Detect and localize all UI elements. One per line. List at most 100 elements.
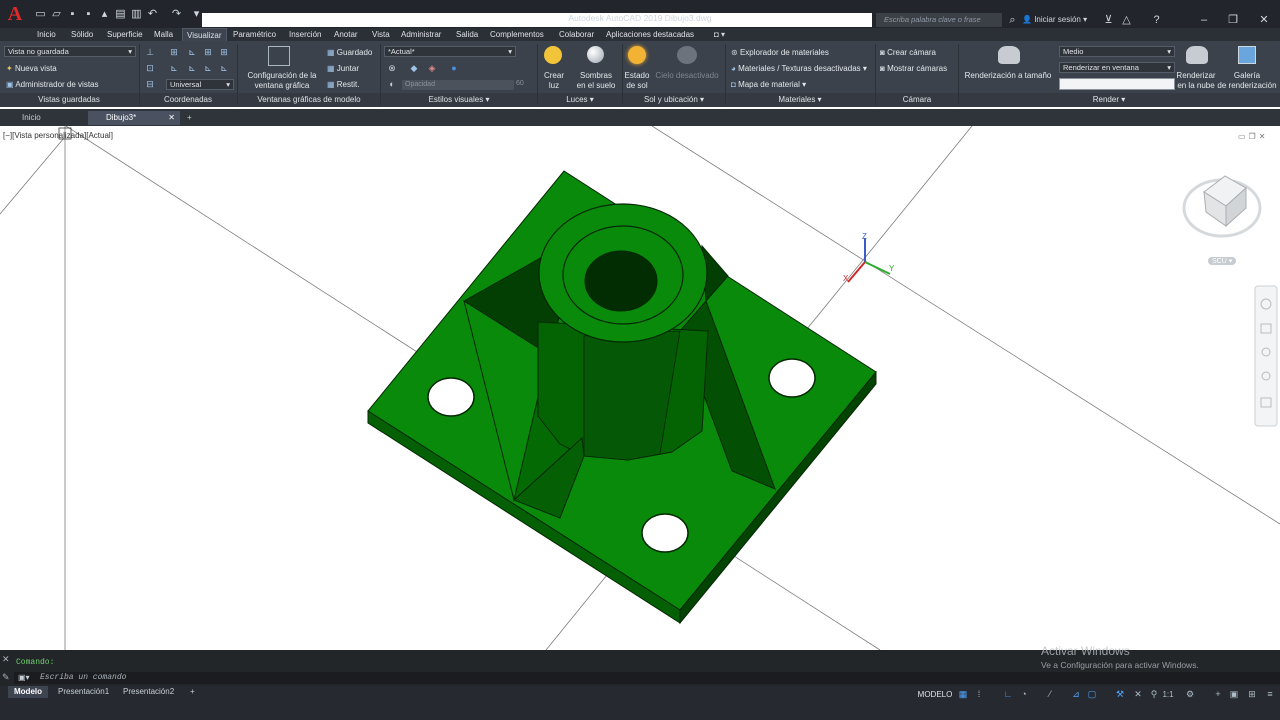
minimize-button[interactable]: – [1190,12,1218,28]
visual-style-dropdown[interactable]: *Actual* ▾ [384,46,516,57]
tab-aplicaciones-destacadas[interactable]: Aplicaciones destacadas [602,28,698,41]
render-quality-dropdown[interactable]: Medio ▾ [1059,46,1175,57]
tab-anotar[interactable]: Anotar [330,28,362,41]
layout-tab-modelo[interactable]: Modelo [8,686,48,698]
viewport-window-controls[interactable]: ▭❐✕ [1238,132,1268,141]
binoculars-icon[interactable]: ⌕ [1006,14,1019,26]
panel-title-estilos[interactable]: Estilos visuales ▾ [381,93,537,107]
tab-insercion[interactable]: Inserción [285,28,325,41]
tab-malla[interactable]: Malla [150,28,177,41]
isodraft-icon[interactable]: ⁄ [1044,689,1056,700]
auto-scale-icon[interactable]: ✕ [1132,689,1144,700]
file-tab-dibujo3[interactable]: Dibujo3* ✕ [88,111,180,125]
shadow-sphere-icon[interactable] [587,46,604,63]
materials-explorer-button[interactable]: ⊛ Explorador de materiales [731,48,829,57]
layout-tab-presentacion2[interactable]: Presentación2 [117,686,180,698]
redo-icon[interactable]: ↷ [170,8,183,20]
tab-inicio[interactable]: Inicio [33,28,60,41]
tab-vista[interactable]: Vista [368,28,394,41]
object-snap-icon[interactable]: ⊿ [1070,689,1082,700]
model-space-button[interactable]: MODELO [915,689,955,700]
cloud-render-line2[interactable]: en la nube [1175,81,1217,90]
lighting-icon[interactable]: ● [448,63,460,74]
app-logo[interactable]: A [0,0,30,28]
render-gallery-line2[interactable]: de renderización [1216,81,1278,90]
face-color-icon[interactable]: ◈ [426,63,438,74]
command-settings-icon[interactable]: ✎ [2,672,10,683]
isolate-icon[interactable]: ⊞ [1246,689,1258,700]
tab-salida[interactable]: Salida [452,28,482,41]
viewport-join-button[interactable]: ▦ Juntar [327,64,359,73]
ucs-world-icon[interactable]: ⊡ [144,63,156,74]
ucs-previous-icon[interactable]: ⊟ [144,79,156,90]
help-icon[interactable]: ? [1150,14,1163,26]
save-as-icon[interactable]: ▪ [82,8,95,20]
render-size-label[interactable]: Renderización a tamaño [962,71,1054,80]
edge-effects-icon[interactable]: ⊗ [386,63,398,74]
tab-superficie[interactable]: Superficie [103,28,147,41]
ucs-icon[interactable]: ⊥ [144,47,156,58]
ucs-dropdown[interactable]: Universal ▾ [166,79,234,90]
tab-complementos[interactable]: Complementos [486,28,548,41]
tab-colaborar[interactable]: Colaborar [555,28,598,41]
panel-title-ventanas[interactable]: Ventanas gráficas de modelo [238,93,380,107]
new-view-button[interactable]: ✦ Nueva vista [6,64,57,73]
layout-tab-presentacion1[interactable]: Presentación1 [52,686,115,698]
sun-status-line1[interactable]: Estado [622,71,652,80]
light-bulb-icon[interactable] [544,46,562,64]
print-icon[interactable]: ▤ [114,8,127,20]
viewport-controls-label[interactable]: [−][Vista personalizada][Actual] [3,131,113,140]
new-file-icon[interactable]: ▭ [34,8,47,20]
annotation-scale-icon[interactable]: ⚲ [1148,689,1160,700]
cloud-render-line1[interactable]: Renderizar [1175,71,1217,80]
command-input[interactable]: ▣▾ Escriba un comando [14,672,1280,684]
plot-icon[interactable]: ▥ [130,8,143,20]
panel-title-luces[interactable]: Luces ▾ [538,93,622,107]
signin-button[interactable]: 👤 Iniciar sesión ▾ [1022,13,1087,27]
panel-title-render[interactable]: Render ▾ [959,93,1259,107]
polar-icon[interactable]: ◔ [1018,689,1030,700]
search-input[interactable]: Escriba palabra clave o frase [876,13,1002,27]
create-light-line1[interactable]: Crear [540,71,568,80]
render-gallery-icon[interactable] [1238,46,1256,64]
ucs-face-icon[interactable]: ⊾ [218,63,230,74]
create-light-line2[interactable]: luz [540,81,568,90]
grid-icon[interactable]: ▦ [957,689,969,700]
ucs-named-icon[interactable]: ⊞ [168,47,180,58]
tab-solido[interactable]: Sólido [67,28,97,41]
sun-icon[interactable] [628,46,646,64]
opacity-toggle-icon[interactable]: ◐ [386,79,398,90]
textures-toggle-button[interactable]: ◕ Materiales / Texturas desactivadas ▾ [731,64,867,73]
shadows-line1[interactable]: Sombras [574,71,618,80]
close-tab-icon[interactable]: ✕ [168,111,175,125]
ucs-object-icon[interactable]: ⊾ [202,63,214,74]
maximize-button[interactable]: ❐ [1219,12,1247,28]
customize-icon[interactable]: ≡ [1264,689,1276,700]
upload-icon[interactable]: ▴ [98,8,111,20]
panel-title-materiales[interactable]: Materiales ▾ [726,93,874,107]
plus-icon[interactable]: + [1212,689,1224,700]
viewport-config-line1[interactable]: Configuración de la [244,71,320,80]
render-gallery-line1[interactable]: Galería [1216,71,1278,80]
new-tab-button[interactable]: + [182,111,198,125]
drawing-viewport[interactable]: [−][Vista personalizada][Actual] Z Y X S… [0,126,1280,650]
render-target-dropdown[interactable]: Renderizar en ventana ▾ [1059,62,1175,73]
tab-visualizar[interactable]: Visualizar [182,28,227,41]
a360-icon[interactable]: △ [1120,14,1133,26]
scale-value[interactable]: 1:1 [1160,689,1176,700]
show-cameras-button[interactable]: ◙ Mostrar cámaras [880,64,947,73]
viewcube[interactable] [1182,175,1262,238]
panel-title-coordenadas[interactable]: Coordenadas [140,93,236,107]
command-close-icon[interactable]: ✕ [2,654,10,665]
viewport-config-icon[interactable] [268,46,290,66]
ucs-menu-button[interactable]: SCU ▾ [1208,257,1237,265]
undo-icon[interactable]: ↶ [146,8,159,20]
snap-icon[interactable]: ⁞ [973,689,985,700]
panel-title-vistas[interactable]: Vistas guardadas [0,93,138,107]
viewport-saved-button[interactable]: ▦ Guardado [327,48,372,57]
xray-icon[interactable]: ◆ [408,63,420,74]
create-camera-button[interactable]: ◙ Crear cámara [880,48,936,57]
cart-icon[interactable]: ⊻ [1102,14,1115,26]
save-icon[interactable]: ▪ [66,8,79,20]
ucs-view-icon[interactable]: ⊾ [186,63,198,74]
